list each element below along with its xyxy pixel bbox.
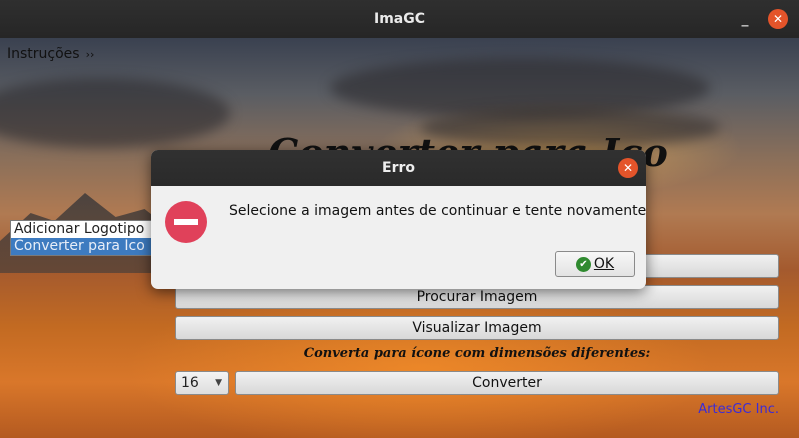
mode-item-logo[interactable]: Adicionar Logotipo [11,221,156,238]
menu-arrow-icon: ›› [85,48,95,61]
size-select[interactable]: 16 ▼ [175,371,229,395]
menu-instrucoes[interactable]: Instruções ›› [7,46,94,62]
window-close-button[interactable]: ✕ [768,9,788,29]
minimize-button[interactable]: _ [737,11,753,27]
dialog-message: Selecione a imagem antes de continuar e … [229,203,646,219]
ok-button[interactable]: ✔ OK [555,251,635,277]
ok-label: OK [593,256,615,272]
background-cloud [0,78,230,148]
brand-label: ArtesGC Inc. [698,402,779,417]
check-icon: ✔ [575,256,591,272]
dialog-title: Erro [382,160,415,176]
dialog-titlebar: Erro ✕ [151,150,646,186]
mode-list[interactable]: Adicionar Logotipo Converter para Ico [10,220,157,256]
error-dialog: Erro ✕ Selecione a imagem antes de conti… [151,150,646,289]
error-icon [165,201,207,243]
menu-label: Instruções [7,46,80,62]
size-select-value: 16 [181,375,199,391]
dialog-close-button[interactable]: ✕ [618,158,638,178]
sizes-subtitle: Converta para ícone com dimensões difere… [303,346,651,361]
window-title: ImaGC [373,11,425,27]
convert-button[interactable]: Converter [235,371,779,395]
view-image-button[interactable]: Visualizar Imagem [175,316,779,340]
mode-item-ico[interactable]: Converter para Ico [11,238,156,255]
window-titlebar: ImaGC _ ✕ [0,0,799,38]
chevron-down-icon: ▼ [215,378,222,388]
